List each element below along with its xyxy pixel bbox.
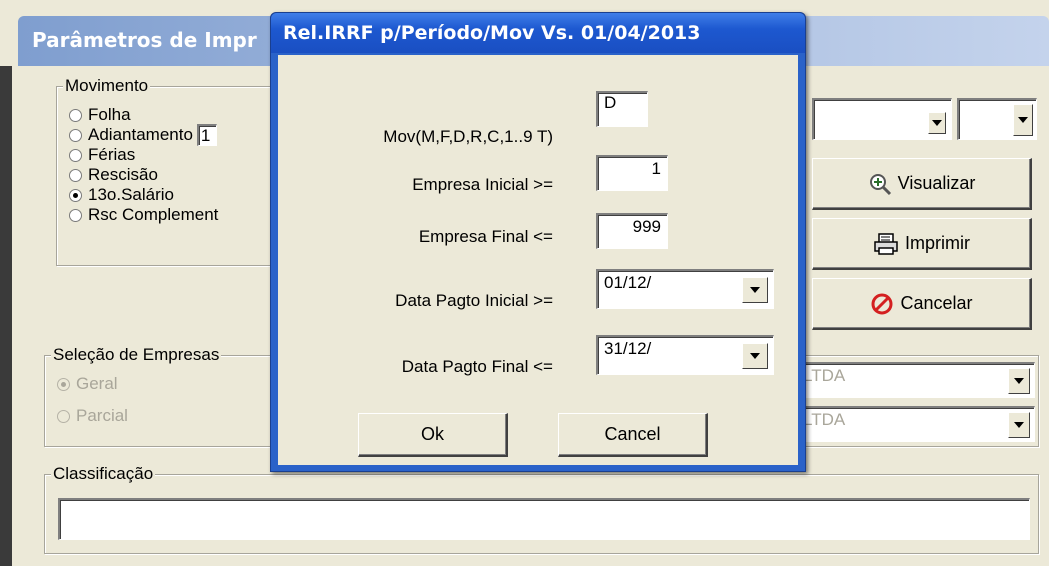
classificacao-input[interactable] (58, 498, 1030, 540)
empresa-inicial-value: 1 (651, 159, 661, 178)
dialog-titlebar[interactable]: Rel.IRRF p/Período/Mov Vs. 01/04/2013 (271, 13, 805, 53)
radio-label: 13o.Salário (88, 185, 175, 204)
empresa-final-input[interactable]: 999 (596, 213, 668, 249)
radio-folha[interactable]: Folha (69, 105, 131, 125)
background-window-title: Parâmetros de Impr (32, 28, 257, 52)
radio-parcial[interactable]: Parcial (57, 406, 128, 426)
top-combo-arrow[interactable] (928, 112, 946, 134)
visualizar-label: Visualizar (897, 173, 976, 193)
data-pagto-final-value: 31/12/ (604, 339, 652, 358)
empresa-inicial-combo[interactable]: LTDA (795, 362, 1035, 398)
dialog-body: Mov(M,F,D,R,C,1..9 T) D Empresa Inicial … (278, 55, 798, 465)
empresa-inicial-text: LTDA (803, 366, 846, 385)
cancel-icon (871, 293, 893, 314)
ok-label: Ok (420, 424, 444, 444)
empresa-inicial-label: Empresa Inicial >= (412, 175, 553, 194)
dialog-title: Rel.IRRF p/Período/Mov Vs. 01/04/2013 (283, 22, 701, 44)
radio-13o-salario[interactable]: 13o.Salário (69, 185, 174, 205)
radio-circle[interactable] (69, 108, 82, 122)
irrf-dialog: Rel.IRRF p/Período/Mov Vs. 01/04/2013 Mo… (270, 12, 806, 472)
mov-input[interactable]: D (596, 91, 648, 127)
radio-circle[interactable] (57, 409, 70, 423)
data-pagto-inicial-value: 01/12/ (604, 273, 652, 292)
cancel-label: Cancel (604, 424, 661, 444)
radio-label: Geral (76, 374, 118, 393)
data-pagto-final-label: Data Pagto Final <= (401, 357, 553, 376)
radio-label: Férias (88, 145, 136, 164)
radio-label: Rescisão (88, 165, 158, 184)
top-spinner-arrows[interactable] (1013, 104, 1033, 136)
empresa-final-arrow[interactable] (1008, 412, 1030, 438)
window-edge (0, 66, 12, 566)
radio-label: Adiantamento (88, 125, 193, 144)
ok-button[interactable]: Ok (358, 413, 508, 457)
empresa-inicial-input[interactable]: 1 (596, 155, 668, 191)
radio-label: Rsc Complement (88, 205, 219, 224)
radio-circle[interactable] (69, 168, 82, 182)
radio-ferias[interactable]: Férias (69, 145, 135, 165)
mov-label: Mov(M,F,D,R,C,1..9 T) (383, 127, 553, 146)
cancelar-label: Cancelar (900, 293, 973, 313)
visualizar-button[interactable]: Visualizar (812, 158, 1032, 210)
adiantamento-input[interactable]: 1 (196, 124, 217, 146)
data-pagto-final-arrow[interactable] (742, 343, 768, 369)
radio-label: Folha (88, 105, 131, 124)
empresa-inicial-arrow[interactable] (1008, 368, 1030, 394)
radio-circle[interactable] (69, 128, 82, 142)
empresa-final-label: Empresa Final <= (418, 227, 553, 246)
empresa-final-text: LTDA (803, 410, 846, 429)
selecao-legend: Seleção de Empresas (51, 345, 222, 365)
imprimir-label: Imprimir (905, 233, 970, 253)
cancel-button[interactable]: Cancel (558, 413, 708, 457)
mov-value: D (604, 93, 617, 112)
radio-geral[interactable]: Geral (57, 374, 118, 394)
printer-icon (874, 232, 898, 255)
empresa-final-combo[interactable]: LTDA (795, 406, 1035, 442)
radio-circle[interactable] (69, 208, 82, 222)
cancelar-button[interactable]: Cancelar (812, 278, 1032, 330)
radio-label: Parcial (76, 406, 128, 425)
radio-circle[interactable] (69, 148, 82, 162)
imprimir-button[interactable]: Imprimir (812, 218, 1032, 270)
radio-rescisao[interactable]: Rescisão (69, 165, 158, 185)
data-pagto-inicial-arrow[interactable] (742, 277, 768, 303)
radio-circle-selected[interactable] (57, 377, 70, 391)
radio-adiantamento[interactable]: Adiantamento 1 (69, 124, 217, 146)
radio-circle-selected[interactable] (69, 188, 82, 202)
movimento-legend: Movimento (63, 76, 151, 96)
radio-rsc-complement[interactable]: Rsc Complement (69, 205, 218, 225)
data-pagto-inicial-label: Data Pagto Inicial >= (395, 291, 553, 310)
empresa-final-value: 999 (632, 217, 661, 236)
classificacao-legend: Classificação (51, 464, 156, 484)
zoom-icon (869, 173, 891, 195)
